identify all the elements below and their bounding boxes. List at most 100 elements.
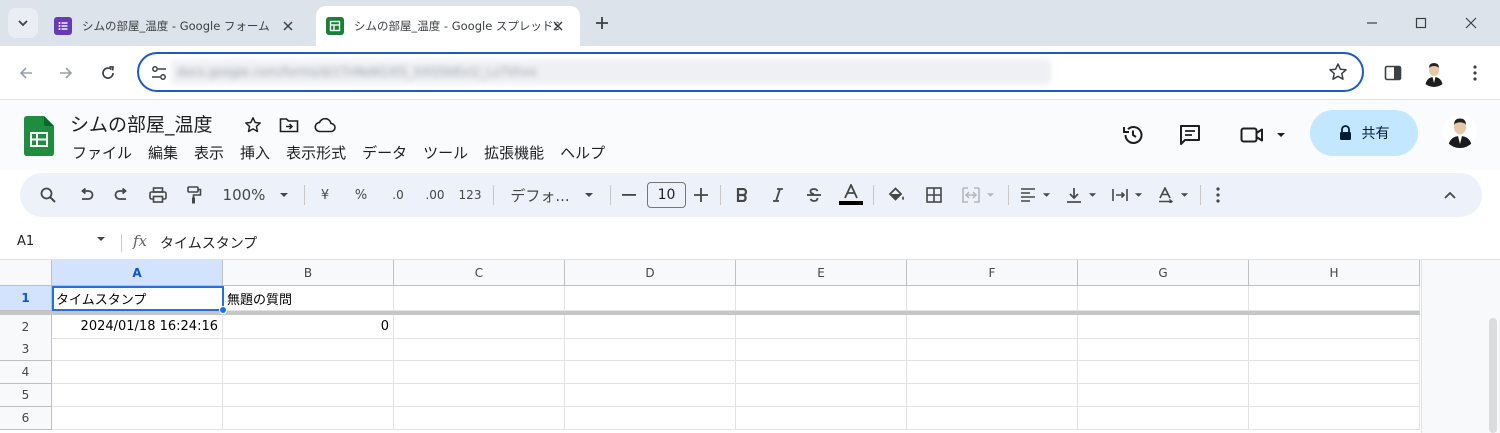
column-header-d[interactable]: D: [565, 260, 736, 286]
cell-a2[interactable]: 2024/01/18 16:24:16: [52, 315, 223, 339]
cell-b3[interactable]: [223, 338, 394, 361]
cell-c3[interactable]: [394, 338, 565, 361]
google-sheets-logo-icon[interactable]: [24, 116, 54, 156]
formula-input[interactable]: タイムスタンプ: [160, 233, 257, 253]
cell-e5[interactable]: [736, 384, 907, 407]
comments-button[interactable]: [1175, 120, 1205, 150]
cell-h1[interactable]: [1249, 286, 1420, 311]
cell-h3[interactable]: [1249, 338, 1420, 361]
borders-button[interactable]: [920, 173, 948, 217]
fill-color-button[interactable]: [882, 173, 910, 217]
close-icon[interactable]: [278, 16, 298, 36]
menu-insert[interactable]: 挿入: [232, 142, 278, 163]
cell-e2[interactable]: [736, 315, 907, 339]
vertical-scrollbar[interactable]: [1489, 318, 1497, 433]
address-bar[interactable]: docs.google.com/forms/d/1TnNeN1Xl5_XXG5b…: [137, 52, 1364, 92]
column-header-a[interactable]: A: [52, 260, 223, 286]
maximize-button[interactable]: [1408, 10, 1434, 36]
cell-g3[interactable]: [1078, 338, 1249, 361]
font-family-select[interactable]: デフォ...: [502, 173, 602, 217]
menu-help[interactable]: ヘルプ: [552, 142, 613, 163]
menu-tools[interactable]: ツール: [415, 142, 476, 163]
cell-a6[interactable]: [52, 407, 223, 430]
decrease-decimal-button[interactable]: .0: [384, 173, 412, 217]
cell-d5[interactable]: [565, 384, 736, 407]
cell-c5[interactable]: [394, 384, 565, 407]
cell-g2[interactable]: [1078, 315, 1249, 339]
row-header-2[interactable]: 2: [0, 315, 52, 339]
increase-font-size-button[interactable]: [690, 173, 712, 217]
row-header-4[interactable]: 4: [0, 361, 52, 384]
minimize-button[interactable]: [1359, 10, 1385, 36]
cell-d2[interactable]: [565, 315, 736, 339]
text-rotation-button[interactable]: [1152, 173, 1194, 217]
cloud-status-button[interactable]: [314, 114, 336, 136]
cell-g4[interactable]: [1078, 361, 1249, 384]
format-percent-button[interactable]: %: [348, 173, 374, 217]
cell-c1[interactable]: [394, 286, 565, 311]
text-wrapping-button[interactable]: [1106, 173, 1148, 217]
cell-b1[interactable]: 無題の質問: [223, 286, 394, 311]
close-window-button[interactable]: [1458, 10, 1484, 36]
document-title[interactable]: シムの部屋_温度: [70, 110, 213, 137]
row-header-5[interactable]: 5: [0, 384, 52, 407]
cell-f5[interactable]: [907, 384, 1078, 407]
cell-d3[interactable]: [565, 338, 736, 361]
bookmark-star-icon[interactable]: [1328, 62, 1348, 82]
forward-button[interactable]: [53, 60, 79, 86]
cell-h4[interactable]: [1249, 361, 1420, 384]
cell-b4[interactable]: [223, 361, 394, 384]
fill-handle[interactable]: [219, 306, 227, 314]
font-size-input[interactable]: 10: [647, 182, 686, 208]
account-avatar[interactable]: [1443, 114, 1477, 148]
zoom-select[interactable]: 100%: [216, 173, 296, 217]
side-panel-button[interactable]: [1380, 60, 1406, 86]
print-button[interactable]: [144, 173, 172, 217]
column-header-e[interactable]: E: [736, 260, 907, 286]
cell-b6[interactable]: [223, 407, 394, 430]
menu-view[interactable]: 表示: [186, 142, 232, 163]
menu-data[interactable]: データ: [354, 142, 415, 163]
cell-a1[interactable]: タイムスタンプ: [52, 286, 223, 311]
cell-e1[interactable]: [736, 286, 907, 311]
star-button[interactable]: [242, 114, 264, 136]
cell-h5[interactable]: [1249, 384, 1420, 407]
version-history-button[interactable]: [1118, 120, 1148, 150]
column-header-h[interactable]: H: [1249, 260, 1420, 286]
cell-a4[interactable]: [52, 361, 223, 384]
new-tab-button[interactable]: [590, 11, 614, 35]
select-all-corner[interactable]: [0, 260, 52, 286]
cell-a5[interactable]: [52, 384, 223, 407]
row-header-6[interactable]: 6: [0, 407, 52, 430]
paint-format-button[interactable]: [180, 173, 208, 217]
decrease-font-size-button[interactable]: [618, 173, 640, 217]
cell-g1[interactable]: [1078, 286, 1249, 311]
cell-h6[interactable]: [1249, 407, 1420, 430]
reload-button[interactable]: [95, 60, 121, 86]
column-header-c[interactable]: C: [394, 260, 565, 286]
search-menus-button[interactable]: [34, 173, 62, 217]
tab-google-forms[interactable]: シムの部屋_温度 - Google フォーム: [48, 6, 310, 46]
strikethrough-button[interactable]: [800, 173, 828, 217]
cell-e6[interactable]: [736, 407, 907, 430]
profile-avatar[interactable]: [1420, 59, 1448, 87]
menu-edit[interactable]: 編集: [140, 142, 186, 163]
frozen-row-divider[interactable]: [0, 311, 1420, 315]
italic-button[interactable]: [764, 173, 792, 217]
increase-decimal-button[interactable]: .00: [420, 173, 450, 217]
name-box[interactable]: A1: [17, 234, 34, 249]
cell-d1[interactable]: [565, 286, 736, 311]
cell-f4[interactable]: [907, 361, 1078, 384]
column-header-b[interactable]: B: [223, 260, 394, 286]
menu-extensions[interactable]: 拡張機能: [476, 142, 552, 163]
cell-d4[interactable]: [565, 361, 736, 384]
meet-button[interactable]: [1238, 120, 1288, 150]
undo-button[interactable]: [72, 173, 100, 217]
tab-google-sheets[interactable]: シムの部屋_温度 - Google スプレッドシート: [316, 6, 580, 46]
cell-f6[interactable]: [907, 407, 1078, 430]
browser-menu-button[interactable]: [1462, 60, 1488, 86]
format-currency-button[interactable]: ¥: [312, 173, 338, 217]
cell-g6[interactable]: [1078, 407, 1249, 430]
more-tools-button[interactable]: [1206, 173, 1230, 217]
column-header-f[interactable]: F: [907, 260, 1078, 286]
